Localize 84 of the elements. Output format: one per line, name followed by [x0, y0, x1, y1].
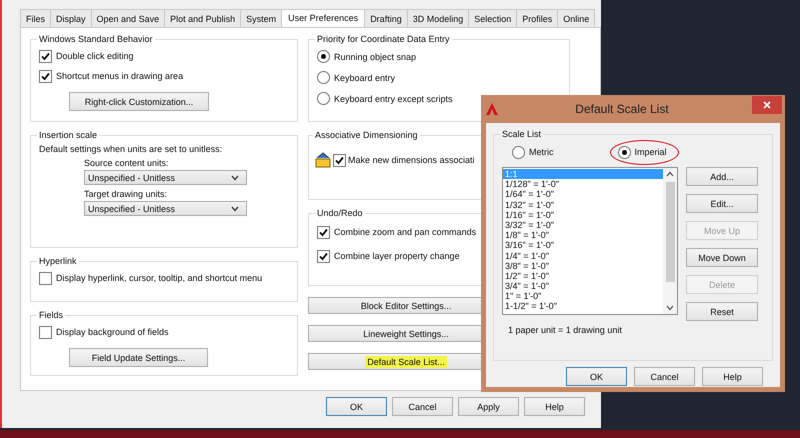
tab[interactable]: Selection — [468, 9, 518, 27]
side-button[interactable]: Reset — [686, 302, 758, 321]
checkbox[interactable] — [317, 226, 330, 238]
group-title: Associative Dimensioning — [314, 130, 419, 140]
list-item[interactable]: 1/64" = 1'-0" — [503, 189, 663, 200]
list-item[interactable]: 3/16" = 1'-0" — [503, 240, 663, 250]
customization-button[interactable]: Right-click Customization... — [69, 92, 209, 111]
side-button[interactable]: Move Down — [686, 248, 758, 267]
group-title: Scale List — [501, 129, 542, 139]
checkbox[interactable] — [39, 70, 52, 82]
group-title: Windows Standard Behavior — [38, 34, 154, 44]
chevron-down-icon — [666, 305, 674, 311]
checkbox[interactable] — [39, 272, 52, 284]
radio-button[interactable] — [317, 50, 330, 63]
checkbox-label: Double click editing — [56, 51, 134, 61]
tab[interactable]: Display — [50, 9, 92, 27]
checkbox-label: Combine zoom and pan commands — [334, 227, 476, 237]
chevron-down-icon — [231, 206, 239, 212]
group-title: Insertion scale — [38, 130, 98, 140]
radio-label: Keyboard entry — [334, 72, 396, 82]
close-icon — [763, 101, 771, 109]
list-item[interactable]: 3/8" = 1'-0" — [503, 260, 663, 271]
list-item[interactable]: 1/16" = 1'-0" — [503, 210, 663, 220]
dialog-button[interactable]: Cancel — [634, 367, 695, 386]
radio-button[interactable] — [317, 71, 330, 84]
app-logo-icon — [486, 103, 498, 115]
radio-label: Metric — [529, 147, 554, 157]
chevron-down-icon — [231, 174, 239, 180]
checkbox-label: Combine layer property change — [334, 251, 460, 261]
dropdown[interactable]: Unspecified - Unitless — [84, 170, 247, 185]
radio-label: Imperial — [634, 147, 667, 157]
list-item[interactable]: 1/4" = 1'-0" — [503, 250, 663, 261]
checkbox[interactable] — [39, 326, 52, 338]
list-item[interactable]: 1/8" = 1'-0" — [503, 230, 663, 240]
dialog-button[interactable]: OK — [326, 397, 387, 416]
list-item[interactable]: 3/32" = 1'-0" — [503, 220, 663, 230]
dialog-button[interactable]: Help — [702, 367, 763, 386]
side-button[interactable]: Add... — [686, 167, 758, 186]
side-button[interactable]: Edit... — [686, 194, 758, 213]
list-item[interactable]: 1/2" = 1'-0" — [503, 270, 663, 282]
dimension-icon — [315, 152, 331, 168]
scrollbar[interactable] — [663, 168, 677, 314]
tab[interactable]: Profiles — [516, 9, 558, 27]
close-button[interactable] — [752, 96, 782, 114]
group-title: Undo/Redo — [316, 208, 364, 218]
tab[interactable]: 3D Modeling — [406, 9, 470, 27]
radio-label: Running object snap — [334, 52, 416, 62]
scale-list[interactable]: 1:1 1/128" = 1'-0" 1/64" = 1'-0" 1/32" = 1'-0" 1/16" = 1'-0" 3/32" = 1'-0" 1/8" = 1'-0" 3/16" = 1'-0" 1/4" = 1'-0" 3/8" = 1'-0" 1/2" = 1'-0" 3/4" = 1'-0" 1" = 1'-0" 1-1/2" = 1'-0" — [502, 167, 678, 315]
group-title: Hyperlink — [38, 256, 78, 266]
dialog-button[interactable]: Cancel — [392, 397, 453, 416]
field-update-button[interactable]: Field Update Settings... — [69, 348, 208, 367]
tab[interactable]: Online — [557, 9, 596, 27]
radio-button[interactable] — [512, 146, 525, 158]
checkbox[interactable] — [317, 250, 330, 262]
list-item[interactable]: 3/4" = 1'-0" — [503, 281, 663, 292]
radio-button[interactable] — [618, 146, 630, 158]
checkbox-label: Make new dimensions associati — [348, 155, 475, 165]
scrollbar-thumb[interactable] — [666, 182, 674, 282]
group-title: Fields — [38, 310, 64, 320]
dialog-button[interactable]: Apply — [458, 397, 519, 416]
description-text: Default settings when units are set to unitless: — [39, 144, 224, 154]
group-title: Priority for Coordinate Data Entry — [316, 34, 451, 44]
dialog-button[interactable]: OK — [566, 367, 627, 386]
checkbox-label: Display hyperlink, cursor, tooltip, and shortcut menu — [56, 273, 262, 283]
tab[interactable]: Files — [20, 9, 52, 27]
field-label: Target drawing units: — [84, 189, 168, 199]
dialog-title: Default Scale List — [574, 102, 670, 116]
tab[interactable]: Open and Save — [90, 9, 166, 27]
tab[interactable]: Drafting — [364, 9, 408, 27]
tab[interactable]: Plot and Publish — [164, 9, 242, 27]
dialog-button[interactable]: Help — [524, 397, 585, 416]
checkbox[interactable] — [39, 50, 52, 62]
tab[interactable]: System — [240, 9, 282, 27]
radio-button[interactable] — [317, 92, 330, 105]
dropdown[interactable]: Unspecified - Unitless — [84, 201, 247, 216]
list-item[interactable]: 1/128" = 1'-0" — [503, 179, 663, 190]
checkbox-label: Shortcut menus in drawing area — [56, 71, 184, 81]
checkbox[interactable] — [333, 154, 346, 166]
field-label: Source content units: — [84, 158, 170, 168]
checkbox-label: Display background of fields — [56, 327, 169, 337]
tab[interactable]: User Preferences — [281, 9, 366, 27]
list-item[interactable]: 1/32" = 1'-0" — [503, 200, 663, 210]
radio-label: Keyboard entry except scripts — [334, 94, 453, 104]
chevron-up-icon — [666, 171, 674, 177]
